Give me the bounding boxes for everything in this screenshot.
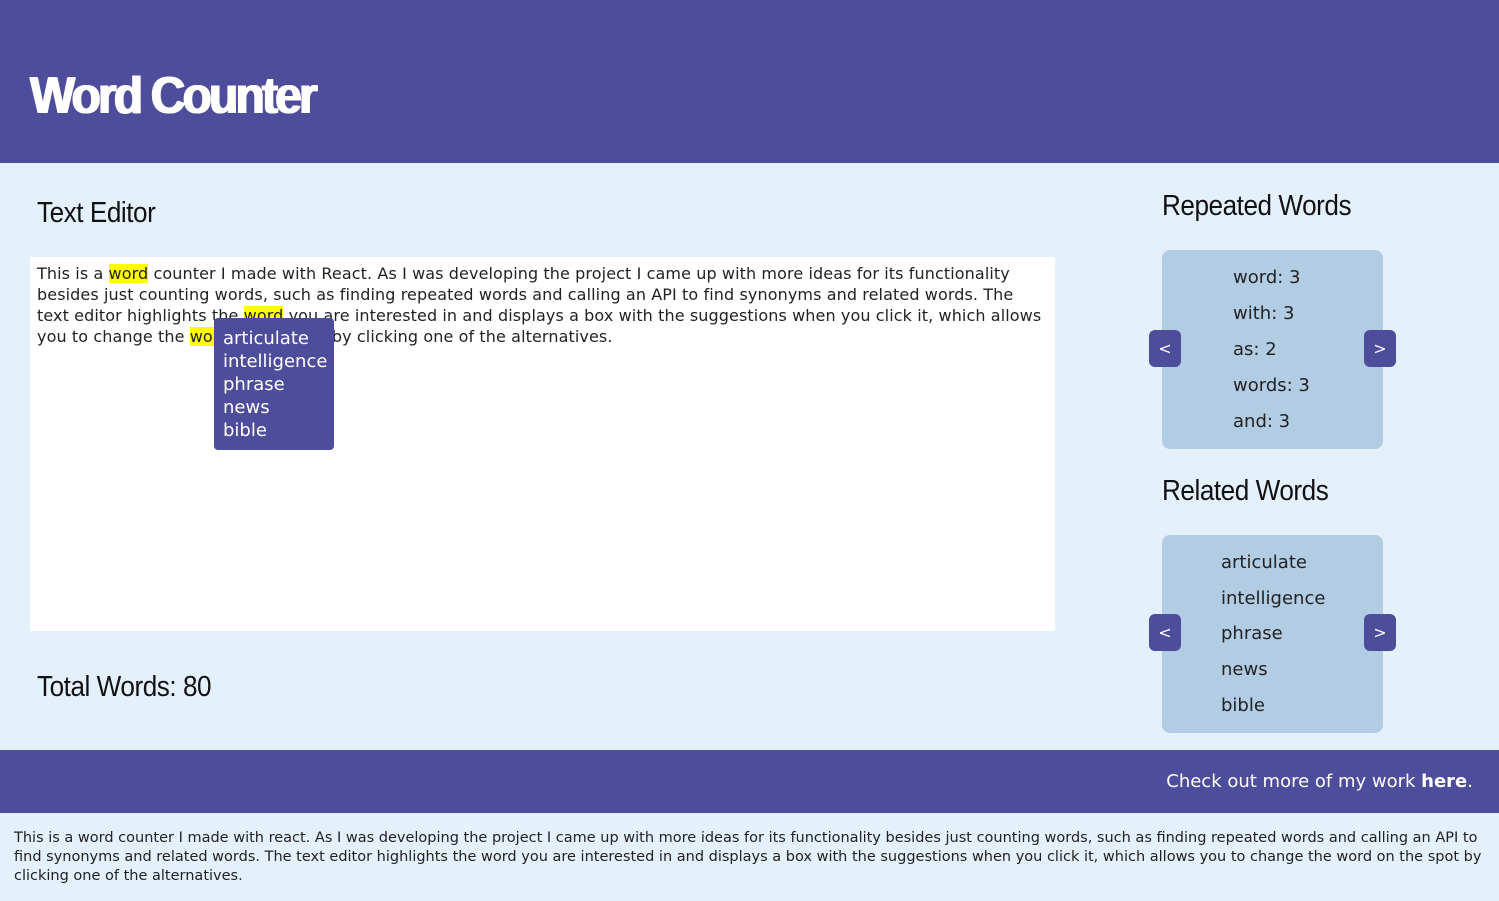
suggestion-item[interactable]: bible <box>223 419 334 442</box>
highlighted-word[interactable]: word <box>108 264 149 283</box>
portfolio-link[interactable]: here <box>1421 771 1467 792</box>
repeated-word-item: with: 3 <box>1233 303 1295 324</box>
related-words-panel: articulate intelligence phrase news bibl… <box>1162 535 1383 733</box>
related-word-item[interactable]: intelligence <box>1221 588 1325 609</box>
suggestion-item[interactable]: news <box>223 396 334 419</box>
footer-bar: Check out more of my work here. <box>0 750 1499 813</box>
repeated-words-prev-button[interactable]: < <box>1149 330 1181 367</box>
app-title: Word Counter <box>30 67 318 125</box>
repeated-words-next-button[interactable]: > <box>1364 330 1396 367</box>
repeated-words-title: Repeated Words <box>1162 190 1352 222</box>
editor-text: This is a <box>37 264 109 283</box>
repeated-word-item: and: 3 <box>1233 411 1291 432</box>
repeated-word-item: word: 3 <box>1233 267 1301 288</box>
text-editor[interactable]: This is a word counter I made with React… <box>30 257 1055 631</box>
related-words-title: Related Words <box>1162 475 1329 507</box>
suggestion-item[interactable]: articulate <box>223 327 334 350</box>
suggestion-popup: articulate intelligence phrase news bibl… <box>214 318 334 450</box>
footer-prefix: Check out more of my work <box>1166 771 1422 792</box>
related-words-next-button[interactable]: > <box>1364 614 1396 651</box>
related-words-prev-button[interactable]: < <box>1149 614 1181 651</box>
footer-text: Check out more of my work here. <box>1166 771 1473 792</box>
footer-suffix: . <box>1467 771 1473 792</box>
related-word-item[interactable]: phrase <box>1221 623 1283 644</box>
suggestion-item[interactable]: intelligence <box>223 350 334 373</box>
repeated-words-panel: word: 3 with: 3 as: 2 words: 3 and: 3 <box>1162 250 1383 449</box>
related-word-item[interactable]: news <box>1221 659 1268 680</box>
total-words-label: Total Words: 80 <box>37 671 212 703</box>
text-editor-title: Text Editor <box>37 197 156 229</box>
app-header: Word Counter <box>0 0 1499 163</box>
related-word-item[interactable]: articulate <box>1221 552 1307 573</box>
repeated-word-item: as: 2 <box>1233 339 1277 360</box>
page-description: This is a word counter I made with react… <box>14 830 1482 884</box>
repeated-word-item: words: 3 <box>1233 375 1310 396</box>
related-word-item[interactable]: bible <box>1221 695 1265 716</box>
suggestion-item[interactable]: phrase <box>223 373 334 396</box>
